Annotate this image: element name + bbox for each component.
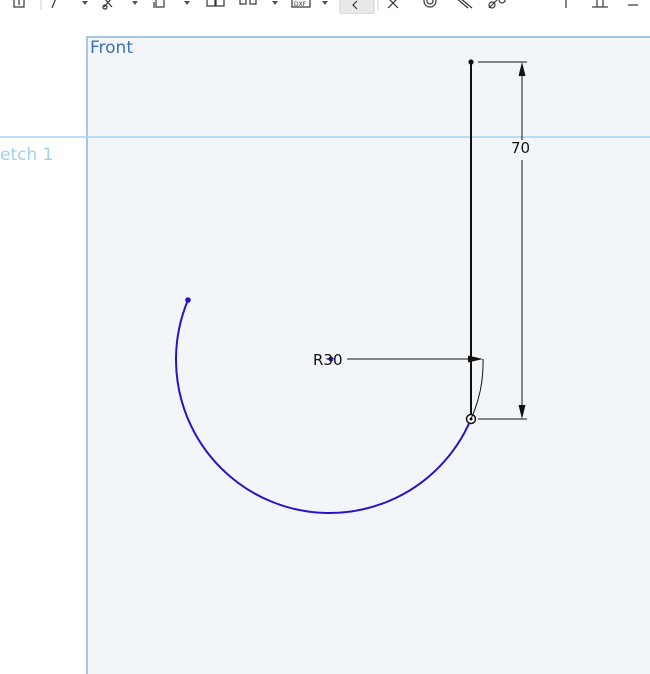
sketch-label[interactable]: etch 1 (0, 145, 53, 165)
sketch-toolbar: DXF (0, 0, 650, 14)
trim-tool-icon[interactable] (102, 0, 113, 10)
construction-tool-icon[interactable] (339, 0, 375, 14)
front-plane[interactable] (86, 36, 650, 674)
plane-tool-icon[interactable] (13, 0, 25, 8)
offset-tool-icon[interactable] (153, 0, 165, 8)
arc-endpoint[interactable] (185, 297, 191, 303)
dxf-import-icon[interactable]: DXF (291, 0, 311, 8)
intersect-tool-icon[interactable] (387, 0, 399, 9)
parallel-constraint-icon[interactable] (592, 0, 608, 8)
chevron-down-icon[interactable] (82, 1, 88, 5)
transform-tool-icon[interactable] (488, 0, 506, 9)
plane-label-front[interactable]: Front (90, 38, 133, 58)
dimension-radius-label[interactable]: R30 (313, 351, 343, 369)
pattern-tool-icon[interactable] (239, 0, 257, 5)
chevron-down-icon[interactable] (322, 1, 328, 5)
chevron-down-icon[interactable] (184, 1, 190, 5)
svg-text:DXF: DXF (294, 1, 307, 8)
line-tool-icon[interactable] (51, 0, 56, 9)
chevron-down-icon[interactable] (132, 1, 138, 5)
mirror-tool-icon[interactable] (206, 0, 225, 7)
line-endpoint-top[interactable] (468, 59, 474, 65)
dimension-70-label[interactable]: 70 (511, 139, 530, 157)
project-tool-icon[interactable] (456, 0, 473, 9)
circle-tool-icon[interactable] (423, 0, 437, 8)
chevron-down-icon[interactable] (272, 1, 278, 5)
sketch-canvas[interactable] (0, 0, 650, 674)
